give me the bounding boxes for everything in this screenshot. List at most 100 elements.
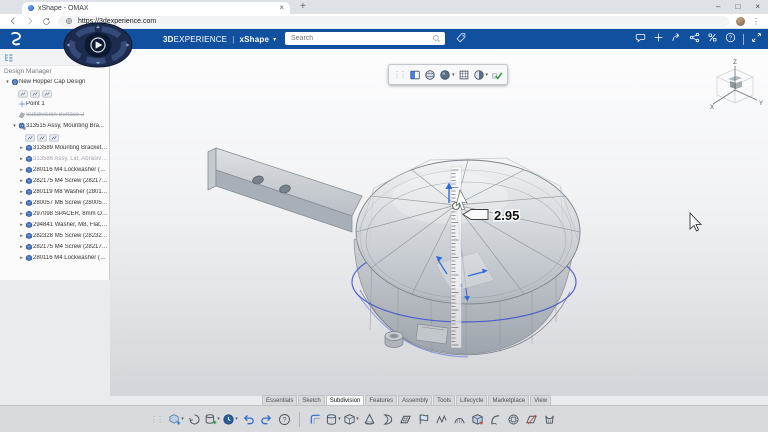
tree-item[interactable]: ▸313586 Assy, Lid, Abrasive ... xyxy=(0,153,109,164)
state-badge-icon[interactable] xyxy=(37,133,47,141)
tree-item[interactable]: Point 1 xyxy=(0,98,109,109)
tab-lifecycle[interactable]: Lifecycle xyxy=(456,395,487,405)
tree-expander-icon[interactable]: ▸ xyxy=(18,189,25,195)
navigation-compass[interactable] xyxy=(62,22,134,68)
chat-button[interactable] xyxy=(635,30,646,48)
box-primitive-button[interactable]: ▾ xyxy=(343,410,359,428)
tree-expander-icon[interactable]: ▸ xyxy=(18,167,25,173)
3d-scene[interactable]: × 2.95 xyxy=(110,49,768,396)
save-database-button[interactable]: ▾ xyxy=(204,410,220,428)
tree-expander-icon[interactable]: ▸ xyxy=(18,233,25,239)
dropdown-caret-icon[interactable]: ▾ xyxy=(217,416,220,422)
tag-icon[interactable] xyxy=(455,32,467,44)
window-close-button[interactable]: × xyxy=(755,2,760,11)
state-badge-icon[interactable] xyxy=(25,133,35,141)
sphere-wire-button[interactable] xyxy=(505,410,521,428)
state-badge-icon[interactable] xyxy=(42,89,52,97)
new-content-button[interactable]: ▾ xyxy=(168,410,184,428)
tree-expander-icon[interactable]: ▸ xyxy=(18,178,25,184)
window-minimize-button[interactable]: – xyxy=(716,2,720,11)
split-plane-button[interactable] xyxy=(523,410,539,428)
tree-item[interactable]: ▸282328 M5 Screw (282328 ... xyxy=(0,230,109,241)
chevron-down-icon[interactable]: ▾ xyxy=(273,36,276,43)
tab-marketplace[interactable]: Marketplace xyxy=(488,395,529,405)
tree-expander-icon[interactable]: ▸ xyxy=(18,222,25,228)
tab-close-icon[interactable]: × xyxy=(279,4,284,12)
zigzag-curve-button[interactable] xyxy=(433,410,449,428)
back-icon[interactable] xyxy=(8,16,18,26)
search-icon[interactable] xyxy=(432,34,441,43)
fullscreen-button[interactable] xyxy=(751,30,762,48)
dropdown-caret-icon[interactable]: ▾ xyxy=(235,416,238,422)
tree-item[interactable]: ▾New Hopper Cap Design xyxy=(0,76,109,87)
model-tree-icon[interactable] xyxy=(3,52,14,63)
tree-expander-icon[interactable]: ▸ xyxy=(18,200,25,206)
new-tab-button[interactable]: + xyxy=(300,1,306,12)
tree-item[interactable]: Subdivision Surface 2 xyxy=(0,109,109,120)
solid-box-button[interactable] xyxy=(469,410,485,428)
sphere-shaded-button[interactable] xyxy=(424,69,436,81)
help-button[interactable]: ? xyxy=(725,30,736,48)
bracket-arm[interactable] xyxy=(208,148,362,232)
tree-expander-icon[interactable]: ▸ xyxy=(18,244,25,250)
dropdown-caret-icon[interactable]: ▾ xyxy=(181,416,184,422)
tree-item[interactable]: ▸282175 M4 Screw (282175 ... xyxy=(0,241,109,252)
tab-tools[interactable]: Tools xyxy=(433,395,455,405)
tree-item[interactable]: ▸280116 M4 Lockwasher (20... xyxy=(0,252,109,263)
cylinder-primitive-button[interactable]: ▾ xyxy=(325,410,341,428)
redo-button[interactable] xyxy=(258,410,274,428)
tree-expander-icon[interactable]: ▾ xyxy=(11,123,18,129)
tree-item[interactable]: ▾313515 Assy, Mounting Bra... xyxy=(0,120,109,131)
flag-surface-button[interactable] xyxy=(415,410,431,428)
dropdown-caret-icon[interactable]: ▾ xyxy=(452,72,455,78)
tree-expander-icon[interactable]: ▾ xyxy=(4,79,11,85)
add-button[interactable] xyxy=(653,30,664,48)
sphere-half-button[interactable]: ▾ xyxy=(473,69,489,81)
tree-expander-icon[interactable]: ▸ xyxy=(18,255,25,261)
help-button[interactable]: ? xyxy=(276,410,292,428)
tree-item[interactable]: ▸280057 M6 Screw (280057 ... xyxy=(0,197,109,208)
cone-primitive-button[interactable] xyxy=(361,410,377,428)
dropdown-caret-icon[interactable]: ▾ xyxy=(486,72,489,78)
browser-tab[interactable]: xShape - OMAX × xyxy=(22,2,290,14)
confirm-check-button[interactable] xyxy=(491,69,503,81)
url-field[interactable]: https://3dexperience.com xyxy=(58,16,729,27)
reload-icon[interactable] xyxy=(42,17,51,26)
tree-item[interactable]: ▸313589 Mounting Bracket, ... xyxy=(0,142,109,153)
browser-menu-icon[interactable]: ⋮ xyxy=(752,17,760,26)
undo-button[interactable] xyxy=(240,410,256,428)
curved-sheet-button[interactable] xyxy=(451,410,467,428)
dropdown-caret-icon[interactable]: ▾ xyxy=(356,416,359,422)
state-badge-icon[interactable] xyxy=(18,89,28,97)
tab-essentials[interactable]: Essentials xyxy=(262,395,297,405)
history-button[interactable] xyxy=(186,410,202,428)
mesh-cube-button[interactable] xyxy=(458,69,470,81)
tab-subdivision[interactable]: Subdivision xyxy=(326,395,365,405)
state-badge-icon[interactable] xyxy=(49,133,59,141)
search-input[interactable] xyxy=(289,34,429,43)
3d-viewport[interactable]: × 2.95 ⋮⋮ ▾ ▾ xyxy=(110,49,768,396)
forward-icon[interactable] xyxy=(25,16,35,26)
split-view-button[interactable] xyxy=(409,69,421,81)
sphere-dark-button[interactable]: ▾ xyxy=(439,69,455,81)
tree-expander-icon[interactable]: ▸ xyxy=(18,145,25,151)
browser-profile-avatar[interactable] xyxy=(736,17,745,26)
toolbar-grip-icon[interactable]: ⋮⋮ xyxy=(150,415,162,424)
dropdown-caret-icon[interactable]: ▾ xyxy=(338,416,341,422)
tree-expander-icon[interactable]: ▸ xyxy=(18,211,25,217)
tab-view[interactable]: View xyxy=(530,395,551,405)
tree-expander-icon[interactable]: ▸ xyxy=(18,156,25,162)
drag-grip-icon[interactable]: ⋮⋮ xyxy=(393,70,405,79)
tree-item[interactable]: ▸294841 Washer, M8, Flat, S... xyxy=(0,219,109,230)
tab-assembly[interactable]: Assembly xyxy=(398,395,432,405)
tree-item[interactable]: ▸297098 SPACER, 8mm OD... xyxy=(0,208,109,219)
apps-button[interactable] xyxy=(707,30,718,48)
crown-surface-button[interactable] xyxy=(541,410,557,428)
window-maximize-button[interactable]: □ xyxy=(735,2,740,11)
bend-surface-button[interactable] xyxy=(487,410,503,428)
dimension-value[interactable]: 2.95 xyxy=(494,208,519,223)
tree-item[interactable]: ▸280119 M8 Washer (28011... xyxy=(0,186,109,197)
tab-sketch[interactable]: Sketch xyxy=(298,395,324,405)
share-network-button[interactable] xyxy=(689,30,700,48)
state-badge-icon[interactable] xyxy=(30,89,40,97)
